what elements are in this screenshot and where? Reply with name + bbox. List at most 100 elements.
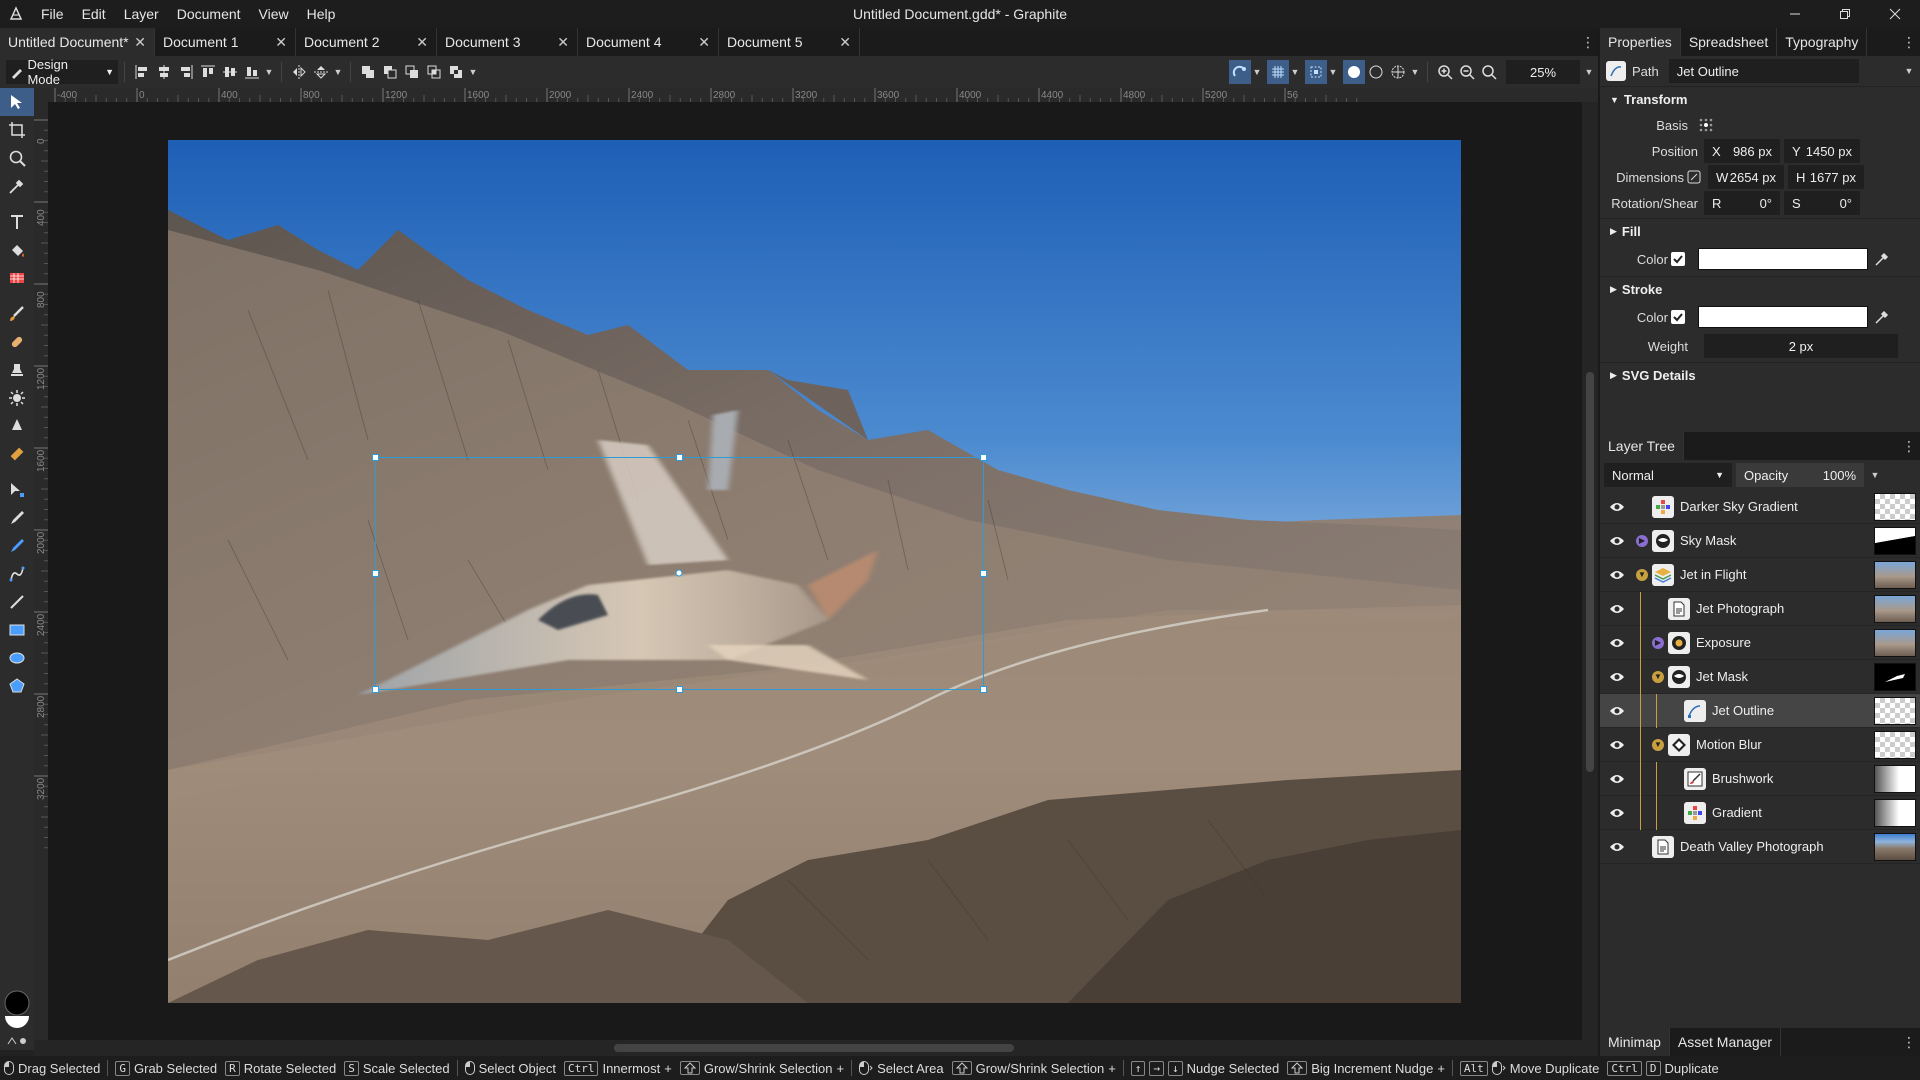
zoom-fit-icon[interactable] [1478, 60, 1500, 84]
bottom-panel-more-icon[interactable]: ⋮ [1902, 1028, 1916, 1056]
align-bottom-icon[interactable] [241, 60, 263, 84]
align-dropdown-icon[interactable]: ▼ [263, 60, 275, 84]
doc-tabs-more-icon[interactable]: ⋮ [1578, 28, 1598, 56]
resize-handle-se[interactable] [980, 686, 987, 693]
rotation-field[interactable]: R 0° [1704, 191, 1780, 215]
layer-row[interactable]: Jet Outline [1600, 693, 1920, 728]
visibility-eye-icon[interactable] [1600, 637, 1634, 649]
blend-mode-dropdown[interactable]: Normal ▼ [1604, 463, 1732, 487]
ellipse-tool-icon[interactable] [0, 644, 34, 672]
brush-tool-icon[interactable] [0, 300, 34, 328]
visibility-eye-icon[interactable] [1600, 535, 1634, 547]
opacity-slider[interactable]: Opacity 100% [1736, 463, 1864, 487]
flip-dropdown-icon[interactable]: ▼ [332, 60, 344, 84]
align-center-v-icon[interactable] [219, 60, 241, 84]
polygon-tool-icon[interactable] [0, 672, 34, 700]
navigate-tool-icon[interactable] [0, 144, 34, 172]
doc-tab-4[interactable]: Document 4 ✕ [578, 28, 719, 56]
resize-handle-n[interactable] [676, 454, 683, 461]
minimize-button[interactable] [1772, 0, 1818, 28]
layer-name-dropdown-icon[interactable]: ▼ [1902, 59, 1916, 83]
collapse-toggle-icon[interactable]: ▼ [1652, 738, 1664, 751]
close-tab-icon[interactable]: ✕ [134, 34, 146, 51]
canvas-viewport[interactable] [48, 102, 1582, 1040]
height-field[interactable]: H 1677 px [1788, 165, 1864, 189]
layer-name-field[interactable]: Jet Outline [1668, 59, 1859, 83]
visibility-eye-icon[interactable] [1600, 773, 1634, 785]
boolean-subtract-back-icon[interactable] [401, 60, 423, 84]
layer-row[interactable]: Death Valley Photograph [1600, 830, 1920, 864]
render-pixel-icon[interactable] [1387, 60, 1409, 84]
doc-tab-2[interactable]: Document 2 ✕ [296, 28, 437, 56]
close-tab-icon[interactable]: ✕ [839, 34, 851, 51]
design-mode-dropdown[interactable]: Design Mode ▼ [6, 57, 118, 87]
secondary-color-swatch[interactable] [4, 1016, 30, 1032]
vertical-scroll-thumb[interactable] [1586, 372, 1594, 772]
resize-handle-s[interactable] [676, 686, 683, 693]
visibility-eye-icon[interactable] [1600, 603, 1634, 615]
artboard-tool-icon[interactable] [0, 116, 34, 144]
render-dropdown-icon[interactable]: ▼ [1409, 60, 1421, 84]
resize-handle-ne[interactable] [980, 454, 987, 461]
svg-details-section-header[interactable]: ▶ SVG Details [1600, 362, 1920, 388]
relight-tool-icon[interactable] [0, 440, 34, 468]
basis-picker-icon[interactable] [1698, 117, 1714, 133]
overlays-dropdown-icon[interactable]: ▼ [1327, 60, 1339, 84]
visibility-eye-icon[interactable] [1600, 671, 1634, 683]
flip-vertical-icon[interactable] [310, 60, 332, 84]
tab-typography[interactable]: Typography [1777, 28, 1868, 56]
stroke-weight-field[interactable]: 2 px [1704, 334, 1898, 358]
patch-tool-icon[interactable] [0, 384, 34, 412]
layer-options-dropdown-icon[interactable]: ▼ [1868, 463, 1882, 487]
boolean-intersect-icon[interactable] [423, 60, 445, 84]
width-field[interactable]: W 2654 px [1708, 165, 1784, 189]
vertical-scrollbar[interactable] [1582, 102, 1598, 1040]
snapping-dropdown-icon[interactable]: ▼ [1251, 60, 1263, 84]
doc-tab-3[interactable]: Document 3 ✕ [437, 28, 578, 56]
heal-tool-icon[interactable] [0, 328, 34, 356]
boolean-subtract-front-icon[interactable] [379, 60, 401, 84]
close-window-button[interactable] [1872, 0, 1918, 28]
menu-document[interactable]: Document [168, 0, 250, 28]
boolean-difference-icon[interactable] [445, 60, 467, 84]
close-tab-icon[interactable]: ✕ [698, 34, 710, 51]
position-x-field[interactable]: X 986 px [1704, 139, 1780, 163]
layer-row[interactable]: ▶ Sky Mask [1600, 524, 1920, 558]
path-tool-icon[interactable] [0, 476, 34, 504]
zoom-in-icon[interactable] [1434, 60, 1456, 84]
tab-properties[interactable]: Properties [1600, 28, 1681, 56]
align-right-icon[interactable] [175, 60, 197, 84]
grid-icon[interactable] [1267, 60, 1289, 84]
primary-color-swatch[interactable] [4, 990, 30, 1016]
fill-enabled-checkbox[interactable] [1671, 252, 1685, 266]
tab-spreadsheet[interactable]: Spreadsheet [1681, 28, 1778, 56]
menu-layer[interactable]: Layer [115, 0, 168, 28]
stroke-color-swatch[interactable] [1698, 306, 1868, 328]
layer-row[interactable]: Brushwork [1600, 761, 1920, 796]
doc-tab-5[interactable]: Document 5 ✕ [719, 28, 860, 56]
layer-row[interactable]: ▼ Motion Blur [1600, 727, 1920, 762]
layer-row[interactable]: Gradient [1600, 795, 1920, 830]
rectangle-tool-icon[interactable] [0, 616, 34, 644]
doc-tab-1[interactable]: Document 1 ✕ [155, 28, 296, 56]
fill-tool-icon[interactable] [0, 236, 34, 264]
zoom-level-field[interactable]: 25% [1506, 60, 1580, 84]
swap-colors-icon[interactable] [4, 1034, 30, 1048]
close-tab-icon[interactable]: ✕ [416, 34, 428, 51]
visibility-eye-icon[interactable] [1600, 501, 1634, 513]
fill-section-header[interactable]: ▶ Fill [1600, 218, 1920, 244]
fill-color-swatch[interactable] [1698, 248, 1868, 270]
menu-help[interactable]: Help [298, 0, 345, 28]
boolean-dropdown-icon[interactable]: ▼ [467, 60, 479, 84]
resize-handle-sw[interactable] [372, 686, 379, 693]
visibility-eye-icon[interactable] [1600, 841, 1634, 853]
tab-minimap[interactable]: Minimap [1600, 1028, 1670, 1056]
menu-edit[interactable]: Edit [73, 0, 115, 28]
detail-tool-icon[interactable] [0, 412, 34, 440]
align-center-h-icon[interactable] [153, 60, 175, 84]
horizontal-scrollbar[interactable] [34, 1040, 1598, 1056]
lock-aspect-icon[interactable] [1687, 170, 1701, 184]
freehand-tool-icon[interactable] [0, 532, 34, 560]
stroke-section-header[interactable]: ▶ Stroke [1600, 276, 1920, 302]
expand-toggle-icon[interactable]: ▶ [1636, 534, 1648, 547]
